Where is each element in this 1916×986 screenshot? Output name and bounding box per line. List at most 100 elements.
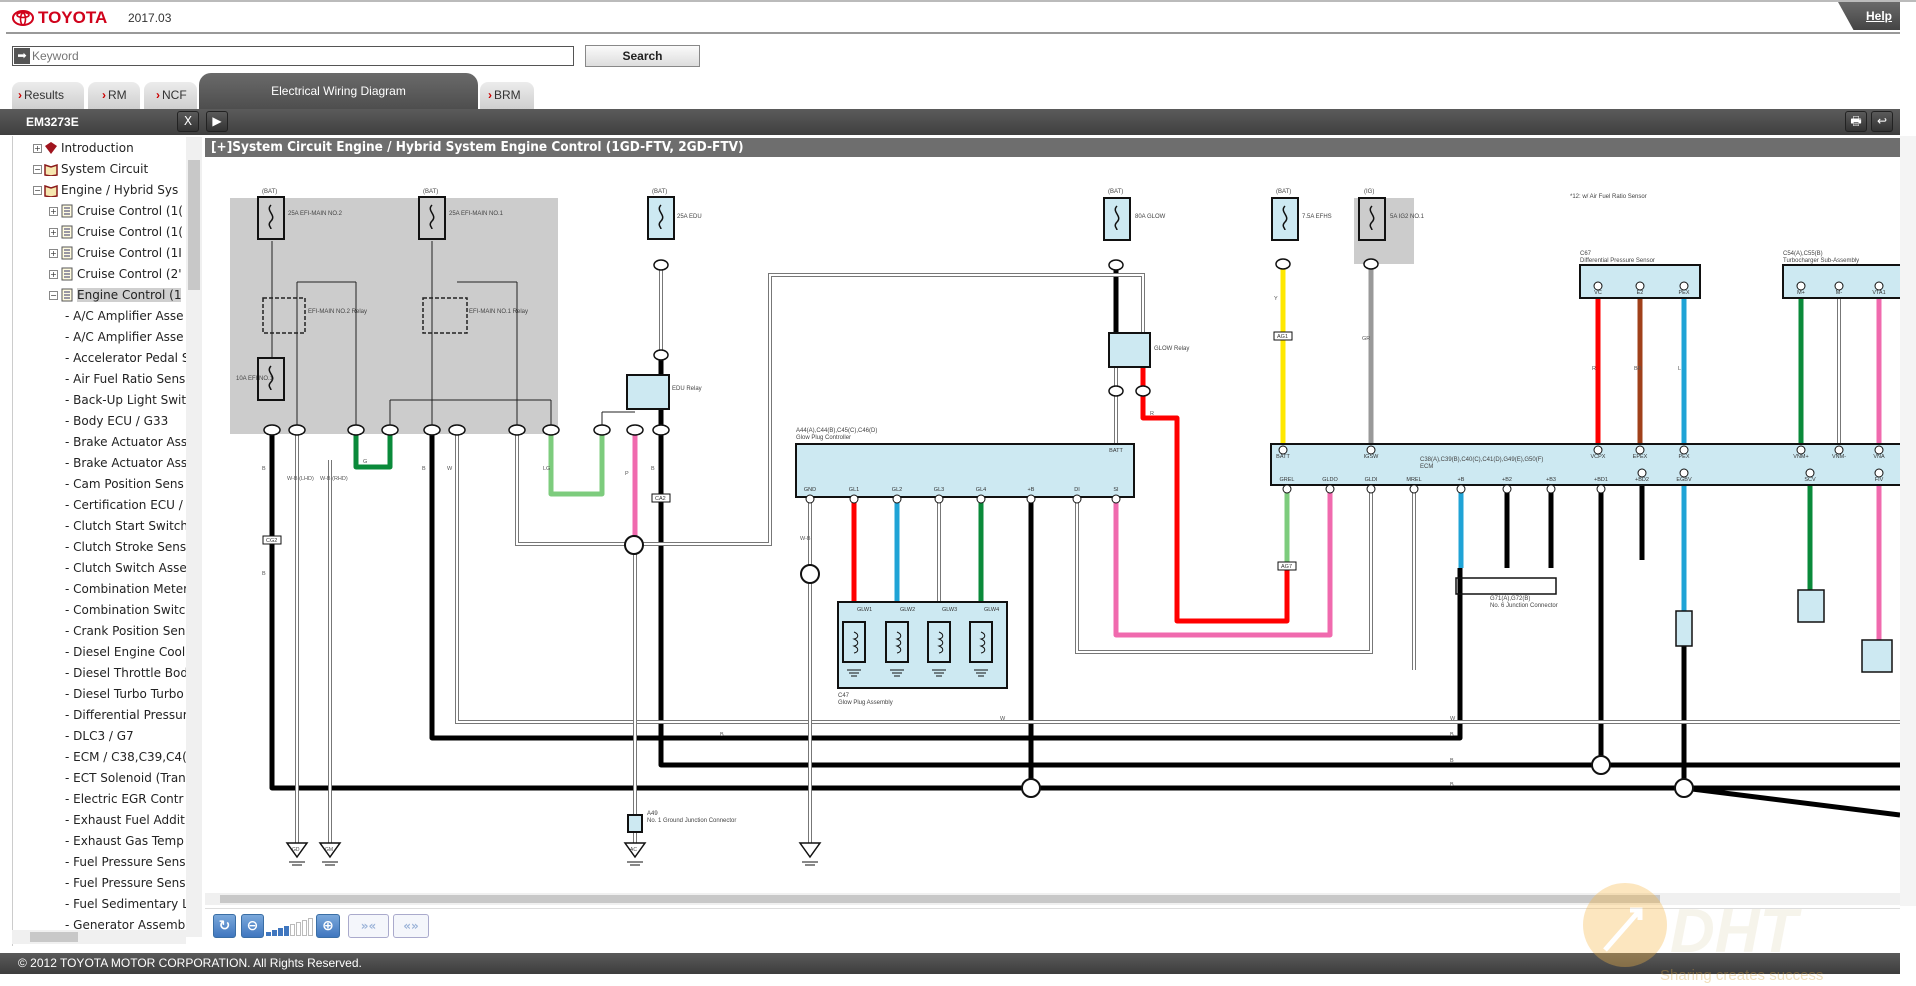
ground-junction-connector (627, 814, 643, 833)
play-button[interactable]: ▶ (206, 111, 228, 132)
tree-item[interactable]: - A/C Amplifier Asse (65, 306, 184, 326)
tab-ncf[interactable]: › NCF (144, 82, 197, 109)
tree-item[interactable]: - Fuel Pressure Sens (65, 873, 185, 893)
tree-item[interactable]: + Cruise Control (1I (49, 243, 182, 263)
tree-item-label: - Electric EGR Contr (65, 792, 184, 806)
tree-item[interactable]: - Brake Actuator Ass (65, 432, 187, 452)
keyword-input[interactable] (30, 48, 573, 64)
collapse-toggle-icon[interactable]: − (33, 164, 42, 174)
tree-item[interactable]: - ECM / C38,C39,C4( (65, 747, 187, 767)
tree-item[interactable]: + Cruise Control (1( (49, 222, 183, 242)
expand-toggle-icon[interactable]: + (49, 206, 58, 216)
relay-label: EDU Relay (672, 386, 702, 392)
tree-item[interactable]: - Fuel Pressure Sens (65, 852, 185, 872)
zoom-step[interactable] (272, 930, 277, 936)
expand-toggle-icon[interactable]: + (49, 248, 58, 258)
tree-item[interactable]: - Brake Actuator Ass (65, 453, 187, 473)
tree-item[interactable]: - Crank Position Sen (65, 621, 185, 641)
tree-item-label: Cruise Control (2' (77, 267, 182, 281)
tree-item[interactable]: - Clutch Switch Asse (65, 558, 187, 578)
splice-point (800, 564, 820, 584)
tree-item[interactable]: + Cruise Control (1( (49, 201, 183, 221)
tree-item[interactable]: - Accelerator Pedal S (65, 348, 189, 368)
tree-item[interactable]: − System Circuit (33, 159, 148, 179)
zoom-level-indicator[interactable] (266, 916, 314, 936)
tree-item[interactable]: - Differential Pressur (65, 705, 188, 725)
tree-item[interactable]: - Diesel Turbo Turbo (65, 684, 184, 704)
tree-item[interactable]: - A/C Amplifier Asse (65, 327, 184, 347)
expand-toggle-icon[interactable]: + (49, 227, 58, 237)
tree-item[interactable]: - Exhaust Fuel Addit (65, 810, 185, 830)
zoom-step[interactable] (296, 922, 301, 936)
connector-pin (288, 424, 306, 436)
tree-item[interactable]: − Engine Control (1 (49, 285, 182, 305)
search-button[interactable]: Search (585, 45, 700, 67)
close-sidebar-button[interactable]: X (177, 111, 199, 132)
tree-item[interactable]: - Cam Position Sens (65, 474, 184, 494)
zoom-step[interactable] (278, 928, 283, 936)
help-link[interactable]: Help (1838, 2, 1900, 30)
ground-label: AC (630, 847, 637, 853)
refresh-button[interactable]: ↻ (213, 914, 236, 938)
tree-item[interactable]: - Exhaust Gas Temp (65, 831, 184, 851)
glow-plug-controller (795, 443, 1135, 498)
expand-button[interactable]: «» (393, 914, 429, 938)
tab-rm[interactable]: › RM (88, 82, 140, 109)
tree-item[interactable]: - ECT Solenoid (Tran (65, 768, 186, 788)
tree-item[interactable]: - Body ECU / G33 (65, 411, 168, 431)
tree-item[interactable]: - DLC3 / G7 (65, 726, 134, 746)
back-button[interactable]: ↩ (1871, 111, 1893, 132)
wire-code-label: B (651, 466, 655, 472)
tree-item[interactable]: - Combination Switc (65, 600, 185, 620)
expand-toggle-icon[interactable]: + (49, 269, 58, 279)
sidebar-scroll-thumb[interactable] (188, 160, 200, 290)
sidebar-hscroll-thumb[interactable] (30, 932, 78, 942)
tab-brm[interactable]: › BRM (480, 82, 534, 109)
diagram-scroll-thumb[interactable] (220, 895, 1660, 903)
expand-toggle-icon[interactable]: + (33, 143, 42, 153)
zoom-step[interactable] (290, 924, 295, 936)
wire-code-label: R (1592, 366, 1596, 372)
tab-results[interactable]: › Results (12, 82, 84, 109)
pin-label: GL1 (849, 487, 859, 493)
tree-item[interactable]: - Diesel Engine Cool (65, 642, 185, 662)
diagram-vertical-scrollbar[interactable] (1900, 136, 1916, 906)
tree-item[interactable]: - Clutch Stroke Sens (65, 537, 186, 557)
zoom-out-button[interactable]: ⊖ (241, 914, 264, 938)
zoom-step[interactable] (302, 920, 307, 936)
pin-terminal (849, 494, 859, 504)
pin-label: VC (1594, 290, 1602, 296)
tree-item[interactable]: - Combination Meter (65, 579, 188, 599)
zoom-toolbar (205, 908, 1900, 942)
zoom-step[interactable] (284, 926, 289, 936)
chevron-right-icon: › (102, 88, 106, 102)
print-button[interactable]: 🖶 (1845, 111, 1867, 132)
tab-electrical-wiring-diagram[interactable]: Electrical Wiring Diagram (199, 73, 478, 109)
wiring-diagram-canvas[interactable]: (BAT) (BAT) (BAT) (BAT) (BAT) (IG) 25A E… (205, 158, 1900, 893)
zoom-step[interactable] (308, 918, 313, 936)
tree-item[interactable]: + Cruise Control (2' (49, 264, 182, 284)
search-box: ➡ (12, 46, 574, 66)
component-name: Glow Plug Controller (796, 435, 851, 441)
pin-label: SCV (1804, 477, 1816, 483)
tree-item[interactable]: − Engine / Hybrid Sys (33, 180, 178, 200)
collapse-toggle-icon[interactable]: − (33, 185, 42, 195)
tree-item[interactable]: - Diesel Throttle Bod (65, 663, 188, 683)
tree-item[interactable]: - Certification ECU / (65, 495, 183, 515)
tree-item[interactable]: - Fuel Sedimentary L (65, 894, 189, 914)
tree-item-label: - Air Fuel Ratio Sens (65, 372, 186, 386)
tree-item[interactable]: - Back-Up Light Swit (65, 390, 186, 410)
tree-item[interactable]: - Clutch Start Switch (65, 516, 188, 536)
zoom-in-button[interactable]: ⊕ (316, 914, 340, 938)
tree-item-label: - Combination Meter (65, 582, 189, 596)
tree-item[interactable]: - Electric EGR Contr (65, 789, 183, 809)
tree-item[interactable]: - Air Fuel Ratio Sens (65, 369, 185, 389)
tree-item-label: - Fuel Sedimentary L (65, 897, 189, 911)
zoom-step[interactable] (266, 932, 271, 936)
collapse-button[interactable]: »« (348, 914, 389, 938)
wire-code-label: L (1678, 366, 1681, 372)
wiring-diagram[interactable]: (BAT) (BAT) (BAT) (BAT) (BAT) (IG) 25A E… (205, 158, 1900, 893)
tree-item-label: Engine / Hybrid Sys (61, 183, 179, 197)
tree-item[interactable]: + Introduction (33, 138, 134, 158)
collapse-toggle-icon[interactable]: − (49, 290, 58, 300)
